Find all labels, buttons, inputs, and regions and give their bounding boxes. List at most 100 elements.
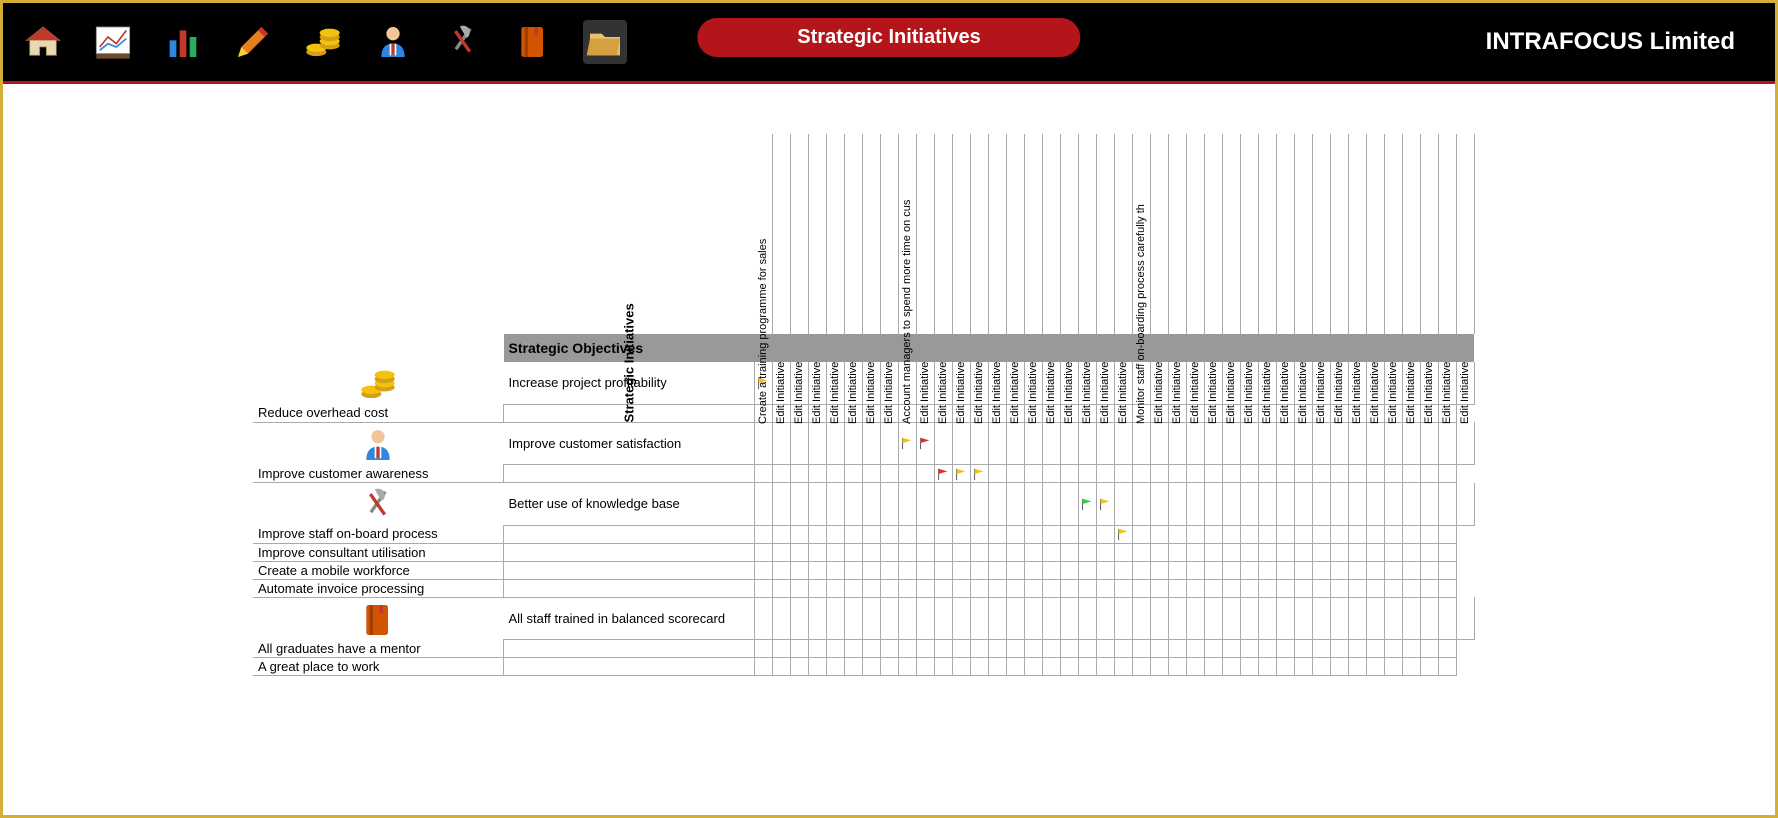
matrix-cell[interactable] [1366, 422, 1384, 465]
column-header[interactable]: Create a training programme for sales [754, 134, 772, 334]
matrix-cell[interactable] [790, 465, 808, 483]
matrix-cell[interactable] [1294, 465, 1312, 483]
matrix-cell[interactable] [1258, 543, 1276, 561]
matrix-cell[interactable] [1240, 483, 1258, 526]
matrix-cell[interactable] [1276, 422, 1294, 465]
matrix-cell[interactable] [1168, 422, 1186, 465]
matrix-cell[interactable] [844, 483, 862, 526]
matrix-cell[interactable] [754, 561, 772, 579]
column-header[interactable]: Edit Initiative [826, 134, 844, 334]
matrix-cell[interactable] [1294, 483, 1312, 526]
matrix-cell[interactable] [808, 525, 826, 543]
home-button[interactable] [23, 22, 63, 62]
matrix-cell[interactable] [952, 640, 970, 658]
matrix-cell[interactable] [1384, 483, 1402, 526]
matrix-cell[interactable] [1150, 543, 1168, 561]
matrix-cell[interactable] [1168, 640, 1186, 658]
column-header[interactable]: Monitor staff on-boarding process carefu… [1132, 134, 1150, 334]
matrix-cell[interactable] [1366, 640, 1384, 658]
matrix-cell[interactable] [1276, 561, 1294, 579]
matrix-cell[interactable] [1006, 525, 1024, 543]
matrix-cell[interactable] [1384, 543, 1402, 561]
matrix-cell[interactable] [844, 597, 862, 640]
matrix-cell[interactable] [934, 525, 952, 543]
matrix-cell[interactable] [880, 561, 898, 579]
column-header[interactable]: Edit Initiative [862, 134, 880, 334]
matrix-cell[interactable] [1042, 579, 1060, 597]
matrix-cell[interactable] [1276, 579, 1294, 597]
matrix-cell[interactable] [1330, 465, 1348, 483]
matrix-cell[interactable] [1006, 640, 1024, 658]
objective-label[interactable]: Better use of knowledge base [504, 483, 755, 526]
objective-label[interactable]: Improve customer satisfaction [504, 422, 755, 465]
matrix-cell[interactable] [970, 597, 988, 640]
matrix-cell[interactable] [934, 658, 952, 676]
matrix-cell[interactable] [1330, 579, 1348, 597]
matrix-cell[interactable] [880, 640, 898, 658]
matrix-cell[interactable] [1240, 597, 1258, 640]
matrix-cell[interactable] [898, 525, 916, 543]
matrix-cell[interactable] [988, 561, 1006, 579]
objective-label[interactable]: All graduates have a mentor [253, 640, 504, 658]
matrix-cell[interactable] [1402, 640, 1420, 658]
matrix-cell[interactable] [1330, 597, 1348, 640]
matrix-cell[interactable] [970, 483, 988, 526]
column-header[interactable]: Edit Initiative [880, 134, 898, 334]
matrix-cell[interactable] [1204, 465, 1222, 483]
matrix-cell[interactable] [1456, 483, 1474, 526]
matrix-cell[interactable] [1150, 658, 1168, 676]
matrix-cell[interactable] [1096, 465, 1114, 483]
matrix-cell[interactable] [1276, 543, 1294, 561]
matrix-cell[interactable] [1402, 658, 1420, 676]
column-header[interactable]: Edit Initiative [1312, 134, 1330, 334]
matrix-cell[interactable] [1204, 658, 1222, 676]
matrix-cell[interactable] [1150, 465, 1168, 483]
matrix-cell[interactable] [916, 543, 934, 561]
matrix-cell[interactable] [754, 597, 772, 640]
matrix-cell[interactable] [1402, 579, 1420, 597]
matrix-cell[interactable] [1402, 561, 1420, 579]
column-header[interactable]: Edit Initiative [988, 134, 1006, 334]
matrix-cell[interactable] [862, 483, 880, 526]
matrix-cell[interactable] [1024, 579, 1042, 597]
matrix-cell[interactable] [1258, 465, 1276, 483]
matrix-cell[interactable] [970, 658, 988, 676]
matrix-cell[interactable] [826, 597, 844, 640]
column-header[interactable]: Edit Initiative [970, 134, 988, 334]
matrix-cell[interactable] [1024, 543, 1042, 561]
objective-label[interactable]: Automate invoice processing [253, 579, 504, 597]
matrix-cell[interactable] [1366, 597, 1384, 640]
matrix-cell[interactable] [1384, 597, 1402, 640]
matrix-cell[interactable] [1312, 483, 1330, 526]
column-header[interactable]: Edit Initiative [1384, 134, 1402, 334]
matrix-cell[interactable] [1150, 579, 1168, 597]
column-header[interactable]: Edit Initiative [1402, 134, 1420, 334]
matrix-cell[interactable] [970, 579, 988, 597]
matrix-cell[interactable] [790, 658, 808, 676]
matrix-cell[interactable] [898, 543, 916, 561]
matrix-cell[interactable] [1078, 658, 1096, 676]
matrix-cell[interactable] [1348, 543, 1366, 561]
matrix-cell[interactable] [826, 465, 844, 483]
matrix-cell[interactable] [1420, 640, 1438, 658]
matrix-cell[interactable] [1330, 658, 1348, 676]
matrix-cell[interactable] [772, 579, 790, 597]
matrix-cell[interactable] [1006, 543, 1024, 561]
matrix-cell[interactable] [1132, 579, 1150, 597]
matrix-cell[interactable] [1024, 597, 1042, 640]
matrix-cell[interactable] [1330, 483, 1348, 526]
matrix-cell[interactable] [1150, 483, 1168, 526]
matrix-cell[interactable] [1024, 525, 1042, 543]
matrix-cell[interactable] [826, 561, 844, 579]
matrix-cell[interactable] [1420, 579, 1438, 597]
matrix-cell[interactable] [1276, 640, 1294, 658]
matrix-cell[interactable] [754, 525, 772, 543]
matrix-cell[interactable] [1240, 525, 1258, 543]
matrix-cell[interactable] [1240, 543, 1258, 561]
matrix-cell[interactable] [772, 483, 790, 526]
matrix-cell[interactable] [1312, 422, 1330, 465]
matrix-cell[interactable] [898, 465, 916, 483]
matrix-cell[interactable] [970, 640, 988, 658]
matrix-cell[interactable] [1438, 597, 1456, 640]
matrix-cell[interactable] [952, 658, 970, 676]
